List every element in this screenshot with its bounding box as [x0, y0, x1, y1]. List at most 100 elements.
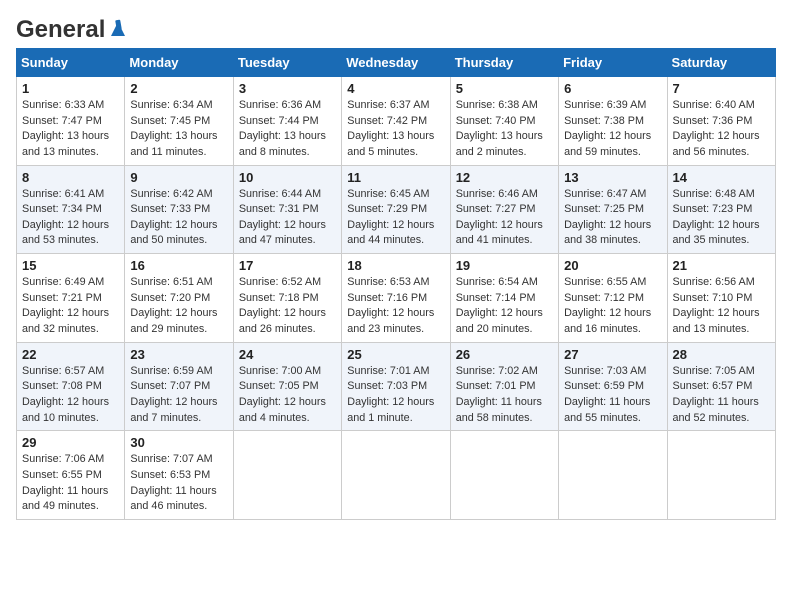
- day-info: Sunrise: 6:52 AMSunset: 7:18 PMDaylight:…: [239, 275, 336, 338]
- day-info: Sunrise: 7:06 AMSunset: 6:55 PMDaylight:…: [22, 452, 119, 515]
- day-number: 29: [22, 435, 119, 450]
- calendar-cell: 2Sunrise: 6:34 AMSunset: 7:45 PMDaylight…: [125, 77, 233, 166]
- day-header-thursday: Thursday: [450, 49, 558, 77]
- day-number: 26: [456, 347, 553, 362]
- day-info: Sunrise: 6:48 AMSunset: 7:23 PMDaylight:…: [673, 187, 770, 250]
- day-number: 5: [456, 81, 553, 96]
- calendar-cell: 26 Sunrise: 7:02 AMSunset: 7:01 PMDayligh…: [450, 342, 558, 431]
- calendar-cell: 28 Sunrise: 7:05 AMSunset: 6:57 PMDayligh…: [667, 342, 775, 431]
- day-info: Sunrise: 6:49 AMSunset: 7:21 PMDaylight:…: [22, 275, 119, 338]
- calendar-cell: 3 Sunrise: 6:36 AMSunset: 7:44 PMDaylight…: [233, 77, 341, 166]
- day-info: Sunrise: 6:47 AMSunset: 7:25 PMDaylight:…: [564, 187, 661, 250]
- day-info: Sunrise: 6:39 AMSunset: 7:38 PMDaylight:…: [564, 98, 661, 161]
- day-info: Sunrise: 7:05 AMSunset: 6:57 PMDaylight:…: [673, 364, 770, 427]
- day-info: Sunrise: 6:36 AMSunset: 7:44 PMDaylight:…: [239, 98, 336, 161]
- calendar-cell: [342, 431, 450, 520]
- calendar-cell: 5 Sunrise: 6:38 AMSunset: 7:40 PMDaylight…: [450, 77, 558, 166]
- day-number: 9: [130, 170, 227, 185]
- calendar-cell: 23 Sunrise: 6:59 AMSunset: 7:07 PMDayligh…: [125, 342, 233, 431]
- calendar-week-4: 22 Sunrise: 6:57 AMSunset: 7:08 PMDayligh…: [17, 342, 776, 431]
- day-info: Sunrise: 6:41 AMSunset: 7:34 PMDaylight:…: [22, 187, 119, 250]
- calendar-cell: 16 Sunrise: 6:51 AMSunset: 7:20 PMDayligh…: [125, 254, 233, 343]
- calendar-cell: 12 Sunrise: 6:46 AMSunset: 7:27 PMDayligh…: [450, 165, 558, 254]
- day-number: 12: [456, 170, 553, 185]
- day-number: 8: [22, 170, 119, 185]
- day-number: 14: [673, 170, 770, 185]
- calendar-cell: 6Sunrise: 6:39 AMSunset: 7:38 PMDaylight…: [559, 77, 667, 166]
- calendar-cell: 18 Sunrise: 6:53 AMSunset: 7:16 PMDayligh…: [342, 254, 450, 343]
- day-number: 3: [239, 81, 336, 96]
- day-header-sunday: Sunday: [17, 49, 125, 77]
- calendar-cell: 7 Sunrise: 6:40 AMSunset: 7:36 PMDaylight…: [667, 77, 775, 166]
- day-info: Sunrise: 7:02 AMSunset: 7:01 PMDaylight:…: [456, 364, 553, 427]
- day-number: 4: [347, 81, 444, 96]
- day-number: 21: [673, 258, 770, 273]
- day-info: Sunrise: 7:01 AMSunset: 7:03 PMDaylight:…: [347, 364, 444, 427]
- calendar-cell: 13Sunrise: 6:47 AMSunset: 7:25 PMDayligh…: [559, 165, 667, 254]
- calendar-cell: 15 Sunrise: 6:49 AMSunset: 7:21 PMDayligh…: [17, 254, 125, 343]
- page-header: General: [16, 16, 776, 40]
- day-number: 19: [456, 258, 553, 273]
- calendar-week-1: 1Sunrise: 6:33 AMSunset: 7:47 PMDaylight…: [17, 77, 776, 166]
- day-info: Sunrise: 6:34 AMSunset: 7:45 PMDaylight:…: [130, 98, 227, 161]
- day-number: 18: [347, 258, 444, 273]
- calendar-cell: 9 Sunrise: 6:42 AMSunset: 7:33 PMDaylight…: [125, 165, 233, 254]
- calendar: SundayMondayTuesdayWednesdayThursdayFrid…: [16, 48, 776, 520]
- day-info: Sunrise: 6:44 AMSunset: 7:31 PMDaylight:…: [239, 187, 336, 250]
- day-number: 24: [239, 347, 336, 362]
- day-number: 10: [239, 170, 336, 185]
- day-info: Sunrise: 6:57 AMSunset: 7:08 PMDaylight:…: [22, 364, 119, 427]
- day-number: 30: [130, 435, 227, 450]
- calendar-cell: 21 Sunrise: 6:56 AMSunset: 7:10 PMDayligh…: [667, 254, 775, 343]
- calendar-week-5: 29 Sunrise: 7:06 AMSunset: 6:55 PMDayligh…: [17, 431, 776, 520]
- day-info: Sunrise: 6:53 AMSunset: 7:16 PMDaylight:…: [347, 275, 444, 338]
- day-info: Sunrise: 6:42 AMSunset: 7:33 PMDaylight:…: [130, 187, 227, 250]
- calendar-cell: 11Sunrise: 6:45 AMSunset: 7:29 PMDayligh…: [342, 165, 450, 254]
- day-number: 28: [673, 347, 770, 362]
- day-info: Sunrise: 6:37 AMSunset: 7:42 PMDaylight:…: [347, 98, 444, 161]
- day-info: Sunrise: 6:40 AMSunset: 7:36 PMDaylight:…: [673, 98, 770, 161]
- calendar-cell: 14 Sunrise: 6:48 AMSunset: 7:23 PMDayligh…: [667, 165, 775, 254]
- day-header-saturday: Saturday: [667, 49, 775, 77]
- day-number: 27: [564, 347, 661, 362]
- day-number: 23: [130, 347, 227, 362]
- day-info: Sunrise: 6:54 AMSunset: 7:14 PMDaylight:…: [456, 275, 553, 338]
- calendar-cell: 25Sunrise: 7:01 AMSunset: 7:03 PMDayligh…: [342, 342, 450, 431]
- day-info: Sunrise: 6:45 AMSunset: 7:29 PMDaylight:…: [347, 187, 444, 250]
- calendar-cell: 17 Sunrise: 6:52 AMSunset: 7:18 PMDayligh…: [233, 254, 341, 343]
- logo-general: General: [16, 16, 105, 44]
- calendar-cell: 1Sunrise: 6:33 AMSunset: 7:47 PMDaylight…: [17, 77, 125, 166]
- calendar-cell: 24 Sunrise: 7:00 AMSunset: 7:05 PMDayligh…: [233, 342, 341, 431]
- calendar-cell: [559, 431, 667, 520]
- calendar-cell: [450, 431, 558, 520]
- day-number: 15: [22, 258, 119, 273]
- day-info: Sunrise: 6:56 AMSunset: 7:10 PMDaylight:…: [673, 275, 770, 338]
- day-info: Sunrise: 7:07 AMSunset: 6:53 PMDaylight:…: [130, 452, 227, 515]
- day-number: 17: [239, 258, 336, 273]
- day-info: Sunrise: 7:00 AMSunset: 7:05 PMDaylight:…: [239, 364, 336, 427]
- day-header-tuesday: Tuesday: [233, 49, 341, 77]
- day-info: Sunrise: 6:33 AMSunset: 7:47 PMDaylight:…: [22, 98, 119, 161]
- calendar-cell: 27 Sunrise: 7:03 AMSunset: 6:59 PMDayligh…: [559, 342, 667, 431]
- day-number: 16: [130, 258, 227, 273]
- calendar-cell: 8 Sunrise: 6:41 AMSunset: 7:34 PMDaylight…: [17, 165, 125, 254]
- calendar-cell: [233, 431, 341, 520]
- day-number: 7: [673, 81, 770, 96]
- day-number: 22: [22, 347, 119, 362]
- calendar-cell: 29 Sunrise: 7:06 AMSunset: 6:55 PMDayligh…: [17, 431, 125, 520]
- calendar-header-row: SundayMondayTuesdayWednesdayThursdayFrid…: [17, 49, 776, 77]
- day-info: Sunrise: 6:59 AMSunset: 7:07 PMDaylight:…: [130, 364, 227, 427]
- calendar-cell: 10 Sunrise: 6:44 AMSunset: 7:31 PMDayligh…: [233, 165, 341, 254]
- day-info: Sunrise: 6:51 AMSunset: 7:20 PMDaylight:…: [130, 275, 227, 338]
- day-info: Sunrise: 6:46 AMSunset: 7:27 PMDaylight:…: [456, 187, 553, 250]
- calendar-cell: 4 Sunrise: 6:37 AMSunset: 7:42 PMDaylight…: [342, 77, 450, 166]
- calendar-cell: [667, 431, 775, 520]
- calendar-cell: 20Sunrise: 6:55 AMSunset: 7:12 PMDayligh…: [559, 254, 667, 343]
- day-info: Sunrise: 7:03 AMSunset: 6:59 PMDaylight:…: [564, 364, 661, 427]
- calendar-cell: 30 Sunrise: 7:07 AMSunset: 6:53 PMDayligh…: [125, 431, 233, 520]
- day-info: Sunrise: 6:38 AMSunset: 7:40 PMDaylight:…: [456, 98, 553, 161]
- day-header-monday: Monday: [125, 49, 233, 77]
- calendar-week-3: 15 Sunrise: 6:49 AMSunset: 7:21 PMDayligh…: [17, 254, 776, 343]
- calendar-cell: 22 Sunrise: 6:57 AMSunset: 7:08 PMDayligh…: [17, 342, 125, 431]
- day-header-friday: Friday: [559, 49, 667, 77]
